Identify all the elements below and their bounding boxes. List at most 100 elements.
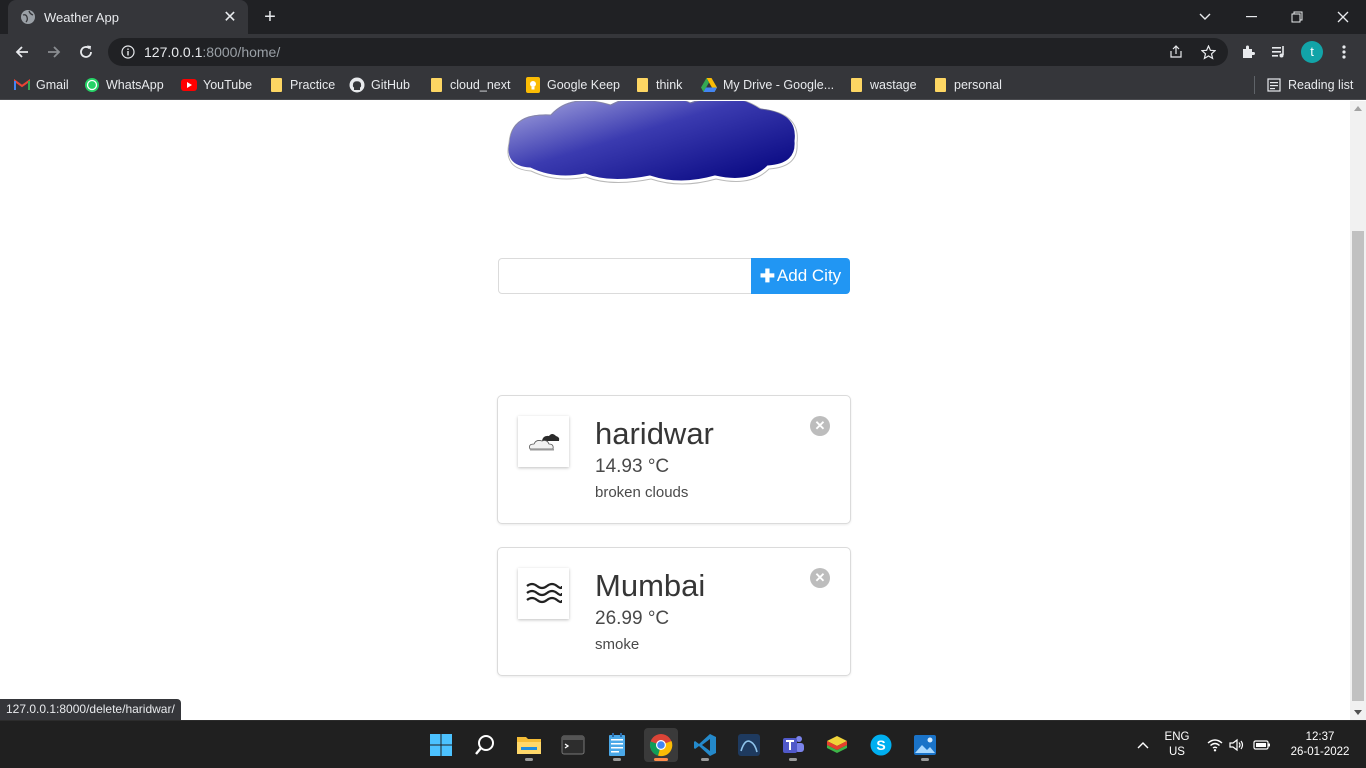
site-info-icon[interactable] bbox=[120, 44, 136, 60]
bookmark-wastage[interactable]: wastage bbox=[848, 75, 917, 95]
bookmark-label: GitHub bbox=[371, 78, 410, 92]
bookmark-github[interactable]: GitHub bbox=[349, 75, 410, 95]
broken-clouds-icon bbox=[518, 416, 569, 467]
start-button-icon[interactable] bbox=[424, 728, 458, 762]
delete-city-button[interactable]: ✕ bbox=[810, 416, 830, 436]
clock[interactable]: 12:37 26-01-2022 bbox=[1280, 730, 1360, 760]
chrome-icon[interactable] bbox=[644, 728, 678, 762]
page-scrollbar[interactable] bbox=[1350, 101, 1366, 720]
city-temperature: 14.93 °C bbox=[595, 456, 670, 477]
bluestacks-icon[interactable] bbox=[820, 728, 854, 762]
share-icon[interactable] bbox=[1168, 44, 1184, 60]
bookmark-label: WhatsApp bbox=[106, 78, 164, 92]
page-content: ✚ Add City haridwar 14.93 °C broken clou… bbox=[0, 101, 1350, 720]
bookmark-google-keep[interactable]: Google Keep bbox=[525, 75, 620, 95]
search-icon[interactable] bbox=[468, 728, 502, 762]
bookmark-whatsapp[interactable]: WhatsApp bbox=[84, 75, 164, 95]
bookmark-label: cloud_next bbox=[450, 78, 511, 92]
bookmarks-divider bbox=[1254, 76, 1255, 94]
scroll-down-arrow-icon[interactable] bbox=[1354, 710, 1362, 715]
region-code: US bbox=[1169, 746, 1185, 758]
bookmark-think[interactable]: think bbox=[634, 75, 682, 95]
url-path: :8000/home/ bbox=[202, 44, 281, 60]
reload-icon[interactable] bbox=[72, 38, 100, 66]
bookmarks-bar: Gmail WhatsApp YouTube Practice GitHub c… bbox=[0, 70, 1366, 100]
language-indicator[interactable]: ENG US bbox=[1160, 730, 1194, 760]
gmail-icon bbox=[14, 77, 30, 93]
tab-weather-app[interactable]: Weather App ✕ bbox=[8, 0, 248, 34]
reading-list-icon bbox=[1266, 77, 1282, 93]
clock-time: 12:37 bbox=[1305, 731, 1335, 743]
reading-list-button[interactable]: Reading list bbox=[1266, 75, 1353, 95]
folder-icon bbox=[428, 77, 444, 93]
forward-icon[interactable] bbox=[40, 38, 68, 66]
city-card-haridwar: haridwar 14.93 °C broken clouds ✕ bbox=[497, 395, 851, 524]
google-keep-icon bbox=[525, 77, 541, 93]
minimize-icon[interactable] bbox=[1228, 0, 1274, 34]
bookmark-label: Practice bbox=[290, 78, 336, 92]
close-window-icon[interactable] bbox=[1320, 0, 1366, 34]
add-city-button[interactable]: ✚ Add City bbox=[751, 258, 850, 294]
clock-date: 26-01-2022 bbox=[1290, 746, 1350, 758]
address-bar[interactable]: 127.0.0.1:8000/home/ bbox=[108, 38, 1228, 66]
windows-taskbar: S ENG US 12:37 26-01-2022 bbox=[0, 720, 1366, 768]
terminal-icon[interactable] bbox=[556, 728, 590, 762]
close-tab-icon[interactable]: ✕ bbox=[222, 7, 238, 27]
bookmark-gmail[interactable]: Gmail bbox=[14, 75, 69, 95]
photos-icon[interactable] bbox=[908, 728, 942, 762]
browser-toolbar: 127.0.0.1:8000/home/ t bbox=[0, 34, 1366, 70]
google-drive-icon bbox=[701, 77, 717, 93]
cloud-logo bbox=[500, 101, 810, 196]
link-status-bubble: 127.0.0.1:8000/delete/haridwar/ bbox=[0, 699, 181, 720]
teams-icon[interactable] bbox=[776, 728, 810, 762]
vscode-icon[interactable] bbox=[688, 728, 722, 762]
bookmark-practice[interactable]: Practice bbox=[268, 75, 335, 95]
battery-icon[interactable] bbox=[1253, 737, 1271, 753]
url-text[interactable]: 127.0.0.1:8000/home/ bbox=[144, 44, 280, 60]
tab-search-icon[interactable] bbox=[1182, 0, 1228, 34]
bookmark-label: personal bbox=[954, 78, 1002, 92]
smoke-haze-icon bbox=[518, 568, 569, 619]
mysql-workbench-icon[interactable] bbox=[732, 728, 766, 762]
city-card-mumbai: Mumbai 26.99 °C smoke ✕ bbox=[497, 547, 851, 676]
more-menu-icon[interactable] bbox=[1330, 38, 1358, 66]
file-explorer-icon[interactable] bbox=[512, 728, 546, 762]
scroll-up-arrow-icon[interactable] bbox=[1354, 106, 1362, 111]
running-indicator bbox=[701, 758, 709, 761]
bookmark-label: think bbox=[656, 78, 683, 92]
bookmark-star-icon[interactable] bbox=[1200, 44, 1216, 60]
folder-icon bbox=[848, 77, 864, 93]
bookmark-my-drive[interactable]: My Drive - Google... bbox=[701, 75, 834, 95]
city-input[interactable] bbox=[498, 258, 752, 294]
scrollbar-thumb[interactable] bbox=[1352, 231, 1364, 701]
city-temperature: 26.99 °C bbox=[595, 608, 670, 629]
skype-icon[interactable]: S bbox=[864, 728, 898, 762]
extensions-icon[interactable] bbox=[1234, 38, 1262, 66]
running-indicator bbox=[654, 758, 668, 761]
running-indicator bbox=[613, 758, 621, 761]
new-tab-button[interactable]: + bbox=[258, 5, 282, 29]
city-description: broken clouds bbox=[595, 484, 689, 501]
chevron-up-icon[interactable] bbox=[1134, 737, 1152, 753]
wifi-icon[interactable] bbox=[1206, 737, 1224, 753]
city-name: Mumbai bbox=[595, 568, 706, 603]
bookmark-label: Google Keep bbox=[547, 78, 620, 92]
folder-icon bbox=[634, 77, 650, 93]
profile-avatar[interactable]: t bbox=[1301, 41, 1323, 63]
delete-city-button[interactable]: ✕ bbox=[810, 568, 830, 588]
city-description: smoke bbox=[595, 636, 640, 653]
running-indicator bbox=[921, 758, 929, 761]
bookmark-personal[interactable]: personal bbox=[932, 75, 1002, 95]
svg-text:S: S bbox=[876, 737, 885, 753]
plus-icon: ✚ bbox=[759, 265, 775, 286]
whatsapp-icon bbox=[84, 77, 100, 93]
reading-list-label: Reading list bbox=[1288, 78, 1354, 92]
volume-icon[interactable] bbox=[1228, 737, 1246, 753]
bookmark-cloud-next[interactable]: cloud_next bbox=[428, 75, 510, 95]
bookmark-youtube[interactable]: YouTube bbox=[181, 75, 252, 95]
globe-icon bbox=[20, 9, 36, 25]
restore-icon[interactable] bbox=[1274, 0, 1320, 34]
notepad-icon[interactable] bbox=[600, 728, 634, 762]
back-icon[interactable] bbox=[8, 38, 36, 66]
media-controls-icon[interactable] bbox=[1265, 38, 1293, 66]
